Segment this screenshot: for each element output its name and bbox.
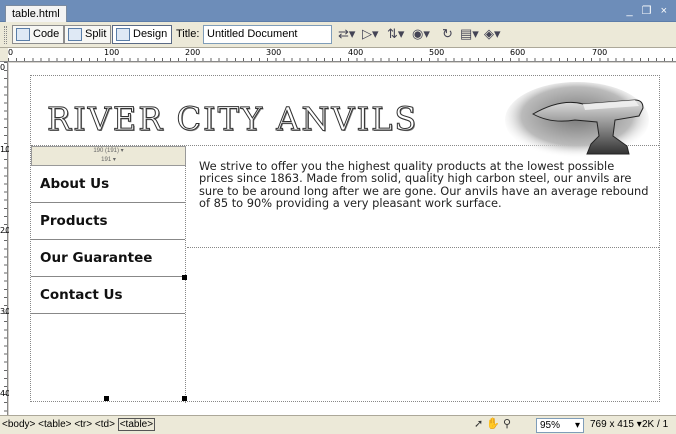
window-controls[interactable]: _ ❐ × bbox=[626, 4, 670, 17]
column-width-bottom: 191 ▾ bbox=[101, 157, 116, 163]
tag-body[interactable]: <body> bbox=[2, 419, 35, 430]
tag-selected-table[interactable]: <table> bbox=[117, 418, 156, 431]
visual-aids-icon[interactable]: ◈▾ bbox=[484, 27, 501, 41]
sidebar-nav: About Us Products Our Guarantee Contact … bbox=[31, 166, 186, 403]
tag-selector: <body> <table> <tr> <td> <table> bbox=[2, 416, 156, 434]
ruler-mark: 0 bbox=[0, 63, 6, 72]
zoom-tool-icon[interactable]: ⚲ bbox=[503, 418, 511, 430]
select-tool-icon[interactable]: ➚ bbox=[474, 418, 483, 430]
horizontal-ruler[interactable]: 0 100 200 300 400 500 600 700 bbox=[8, 48, 676, 62]
check-page-icon[interactable]: ◉▾ bbox=[412, 27, 430, 41]
tag-td[interactable]: <td> bbox=[95, 419, 115, 430]
tag-tr[interactable]: <tr> bbox=[74, 419, 92, 430]
toolbar-grip[interactable] bbox=[4, 26, 7, 44]
code-view-button[interactable]: Code bbox=[12, 25, 65, 44]
chevron-down-icon: ▾ bbox=[574, 420, 580, 431]
split-view-label: Split bbox=[85, 28, 107, 40]
tag-table[interactable]: <table> bbox=[38, 419, 71, 430]
zoom-value: 95% bbox=[540, 420, 561, 431]
download-size-text: 2K / 1 sec bbox=[642, 419, 669, 430]
nav-products[interactable]: Products bbox=[31, 203, 185, 240]
split-view-button[interactable]: Split bbox=[64, 25, 112, 44]
view-options-icon[interactable]: ▤▾ bbox=[460, 27, 479, 41]
content-cell[interactable]: We strive to offer you the highest quali… bbox=[187, 146, 659, 248]
file-management-icon[interactable]: ⇄▾ bbox=[338, 27, 355, 41]
status-bar: <body> <table> <tr> <td> <table> ➚ ✋ ⚲ 9… bbox=[0, 415, 676, 434]
window-size-select[interactable]: 769 x 415 ▾ bbox=[590, 416, 642, 434]
intro-paragraph: We strive to offer you the highest quali… bbox=[199, 159, 649, 211]
column-width-top: 190 (191) ▾ bbox=[93, 148, 124, 154]
design-canvas[interactable]: RIVER CITY ANVILS 190 (191) ▾ 191 ▾ Abou… bbox=[9, 63, 676, 415]
design-view-label: Design bbox=[133, 28, 168, 40]
design-view-button[interactable]: Design bbox=[112, 25, 173, 44]
ruler-corner[interactable] bbox=[0, 48, 8, 62]
ruler-mark: 300 bbox=[266, 48, 282, 57]
resize-handle-right[interactable] bbox=[182, 275, 187, 280]
status-tools: ➚ ✋ ⚲ bbox=[474, 418, 532, 432]
hand-tool-icon[interactable]: ✋ bbox=[486, 418, 500, 430]
column-width-indicator[interactable]: 190 (191) ▾ 191 ▾ bbox=[31, 146, 186, 166]
nav-about-us[interactable]: About Us bbox=[31, 166, 185, 203]
code-view-icon bbox=[16, 28, 30, 41]
ruler-mark: 0 bbox=[8, 48, 14, 57]
code-view-label: Code bbox=[33, 28, 60, 40]
title-label: Title: bbox=[176, 28, 200, 40]
document-tab-bar: table.html _ ❐ × bbox=[0, 0, 676, 22]
resize-handle-corner[interactable] bbox=[182, 396, 187, 401]
ruler-mark: 700 bbox=[592, 48, 608, 57]
split-view-icon bbox=[68, 28, 82, 41]
nav-our-guarantee[interactable]: Our Guarantee bbox=[31, 240, 185, 277]
debug-browser-icon[interactable]: ⇅▾ bbox=[387, 27, 404, 41]
preview-browser-icon[interactable]: ▷▾ bbox=[362, 27, 379, 41]
document-tab[interactable]: table.html bbox=[5, 5, 67, 22]
editor-window: table.html _ ❐ × Code Split Design Title… bbox=[0, 0, 676, 434]
title-input[interactable]: Untitled Document bbox=[203, 25, 332, 44]
document-toolbar: Code Split Design Title: Untitled Docume… bbox=[0, 22, 676, 48]
site-logo-text: RIVER CITY ANVILS bbox=[46, 100, 419, 139]
ruler-mark: 600 bbox=[510, 48, 526, 57]
refresh-design-icon[interactable]: ↻ bbox=[442, 27, 453, 41]
ruler-mark: 200 bbox=[185, 48, 201, 57]
vertical-ruler[interactable]: 0 100 200 300 400 bbox=[0, 62, 15, 415]
zoom-select[interactable]: 95% ▾ bbox=[536, 418, 584, 433]
resize-handle-bottom[interactable] bbox=[104, 396, 109, 401]
design-view-icon bbox=[116, 28, 130, 41]
ruler-mark: 500 bbox=[429, 48, 445, 57]
nav-contact-us[interactable]: Contact Us bbox=[31, 277, 185, 314]
ruler-mark: 100 bbox=[104, 48, 120, 57]
ruler-mark: 400 bbox=[348, 48, 364, 57]
layout-table[interactable]: RIVER CITY ANVILS 190 (191) ▾ 191 ▾ Abou… bbox=[30, 75, 660, 403]
banner-cell[interactable]: RIVER CITY ANVILS bbox=[31, 76, 659, 158]
